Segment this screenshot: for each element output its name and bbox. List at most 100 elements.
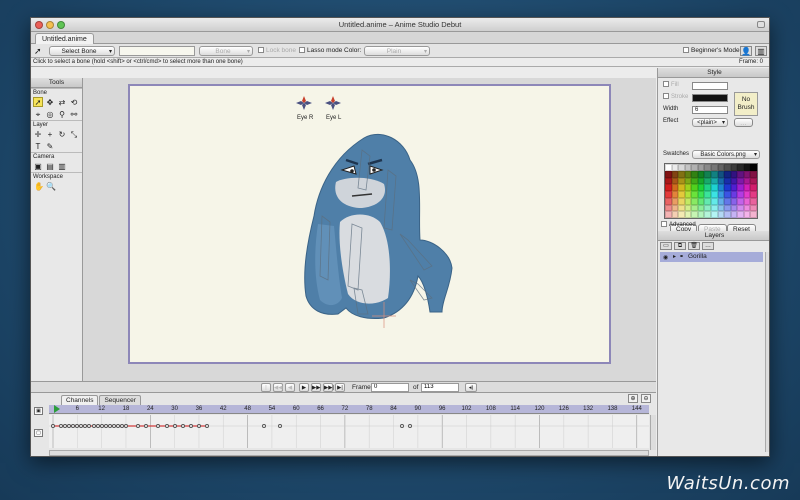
color-popup[interactable]: Plain: [364, 46, 430, 57]
color-swatch[interactable]: [750, 164, 757, 171]
tool-button-icon[interactable]: ▤: [45, 161, 55, 171]
tool-button-icon[interactable]: ⤡: [69, 129, 79, 139]
close-window-button[interactable]: [35, 21, 43, 29]
keyframe[interactable]: [172, 424, 177, 428]
color-swatch[interactable]: [730, 197, 738, 205]
color-swatch[interactable]: [717, 164, 725, 171]
color-swatch[interactable]: [750, 191, 757, 198]
no-brush-button[interactable]: No Brush: [734, 92, 758, 116]
color-swatch[interactable]: [697, 177, 705, 185]
keyframe[interactable]: [180, 424, 185, 428]
step-back-button[interactable]: ◀◀: [273, 383, 283, 392]
stroke-checkbox[interactable]: Stroke: [663, 93, 688, 102]
color-swatch[interactable]: [730, 204, 738, 212]
tab-sequencer[interactable]: Sequencer: [99, 395, 141, 405]
layers-vscroll[interactable]: [765, 252, 769, 452]
zoom-window-button[interactable]: [57, 21, 65, 29]
width-field[interactable]: 6: [692, 106, 728, 114]
color-swatch[interactable]: [730, 211, 738, 218]
color-swatch[interactable]: [704, 197, 711, 205]
color-swatch[interactable]: [697, 170, 705, 178]
fill-checkbox[interactable]: Fill: [663, 81, 679, 90]
fill-color-swatch[interactable]: [692, 82, 728, 90]
document-tab[interactable]: Untitled.anime: [35, 33, 94, 44]
color-swatch[interactable]: [730, 170, 738, 178]
tool-button-icon[interactable]: ⇄: [57, 97, 67, 107]
tool-button-icon[interactable]: ✎: [45, 141, 55, 151]
effect-popup[interactable]: <plain>: [692, 118, 728, 127]
tool-button-icon[interactable]: ⚯: [69, 109, 79, 119]
stroke-color-swatch[interactable]: [692, 94, 728, 102]
color-swatch[interactable]: [717, 204, 725, 212]
keyframe[interactable]: [399, 424, 404, 428]
color-swatch[interactable]: [730, 191, 738, 198]
library-icon[interactable]: ▥: [755, 46, 767, 56]
color-swatch[interactable]: [743, 170, 751, 178]
tool-button-icon[interactable]: ⟲: [69, 97, 79, 107]
volume-icon[interactable]: ◂): [465, 383, 477, 392]
color-swatch[interactable]: [730, 184, 738, 191]
color-swatch[interactable]: [704, 184, 711, 191]
rewind-start-button[interactable]: |◀◀: [261, 383, 271, 400]
tool-button-icon[interactable]: ▥: [57, 161, 67, 171]
tool-button-icon[interactable]: ➚: [33, 97, 43, 107]
zoom-out-icon[interactable]: ⊖: [641, 394, 651, 403]
color-swatch[interactable]: [697, 211, 705, 218]
color-swatch[interactable]: [697, 164, 705, 171]
color-swatch[interactable]: [750, 211, 757, 218]
tool-button-icon[interactable]: ⌖: [33, 109, 43, 119]
color-swatch[interactable]: [704, 191, 711, 198]
color-swatch[interactable]: [750, 170, 757, 178]
color-swatch[interactable]: [671, 211, 679, 218]
color-swatch[interactable]: [704, 177, 711, 185]
color-swatch[interactable]: [671, 184, 679, 191]
color-swatch[interactable]: [704, 211, 711, 218]
user-icon[interactable]: 👤: [740, 46, 752, 56]
bone-name-field[interactable]: [119, 46, 195, 56]
duplicate-layer-icon[interactable]: ⧉: [674, 242, 686, 250]
timeline-options-icon[interactable]: ▣: [34, 407, 43, 415]
color-swatch[interactable]: [743, 191, 751, 198]
color-swatch[interactable]: [684, 164, 692, 171]
color-swatch[interactable]: [671, 177, 679, 185]
color-swatch[interactable]: [743, 204, 751, 212]
color-swatches-grid[interactable]: [664, 163, 758, 219]
next-frame-button[interactable]: ▶|: [335, 383, 345, 392]
color-swatch[interactable]: [704, 204, 711, 212]
color-swatch[interactable]: [717, 211, 725, 218]
minimize-window-button[interactable]: [46, 21, 54, 29]
keyframe[interactable]: [51, 424, 55, 428]
color-swatch[interactable]: [684, 204, 692, 212]
prev-frame-button[interactable]: ◀: [285, 383, 295, 392]
keyframe[interactable]: [164, 424, 169, 428]
timeline-track[interactable]: [49, 415, 649, 448]
color-swatch[interactable]: [704, 164, 711, 171]
color-swatch[interactable]: [743, 197, 751, 205]
tool-button-icon[interactable]: ✛: [33, 129, 43, 139]
lasso-mode-checkbox[interactable]: Lasso mode: [299, 46, 342, 56]
fast-forward-button[interactable]: ▶▶: [311, 383, 321, 392]
tool-button-icon[interactable]: T: [33, 141, 43, 151]
color-swatch[interactable]: [671, 191, 679, 198]
keyframe[interactable]: [196, 424, 201, 428]
keyframe[interactable]: [91, 424, 96, 428]
tool-button-icon[interactable]: ✋: [33, 181, 44, 191]
color-swatch[interactable]: [684, 211, 692, 218]
effect-edit-button[interactable]: …: [734, 118, 753, 127]
tool-button-icon[interactable]: +: [45, 129, 55, 139]
color-swatch[interactable]: [750, 197, 757, 205]
swatches-popup[interactable]: Basic Colors.png: [692, 150, 760, 159]
color-swatch[interactable]: [717, 184, 725, 191]
color-swatch[interactable]: [697, 184, 705, 191]
timeline-ruler[interactable]: 6 12 18 24 30 36 42 48 54 60 66 72 78 84 90 96 102 108 114…: [49, 405, 649, 414]
color-swatch[interactable]: [730, 164, 738, 171]
new-layer-icon[interactable]: ▭: [660, 242, 672, 250]
tool-button-icon[interactable]: ↻: [57, 129, 67, 139]
color-swatch[interactable]: [743, 211, 751, 218]
stage[interactable]: Eye R Eye L: [128, 84, 611, 364]
color-swatch[interactable]: [684, 184, 692, 191]
keyframe[interactable]: [188, 424, 193, 428]
tool-button-icon[interactable]: ⚲: [57, 109, 67, 119]
keyframe[interactable]: [278, 424, 283, 428]
keyframe[interactable]: [123, 424, 128, 428]
